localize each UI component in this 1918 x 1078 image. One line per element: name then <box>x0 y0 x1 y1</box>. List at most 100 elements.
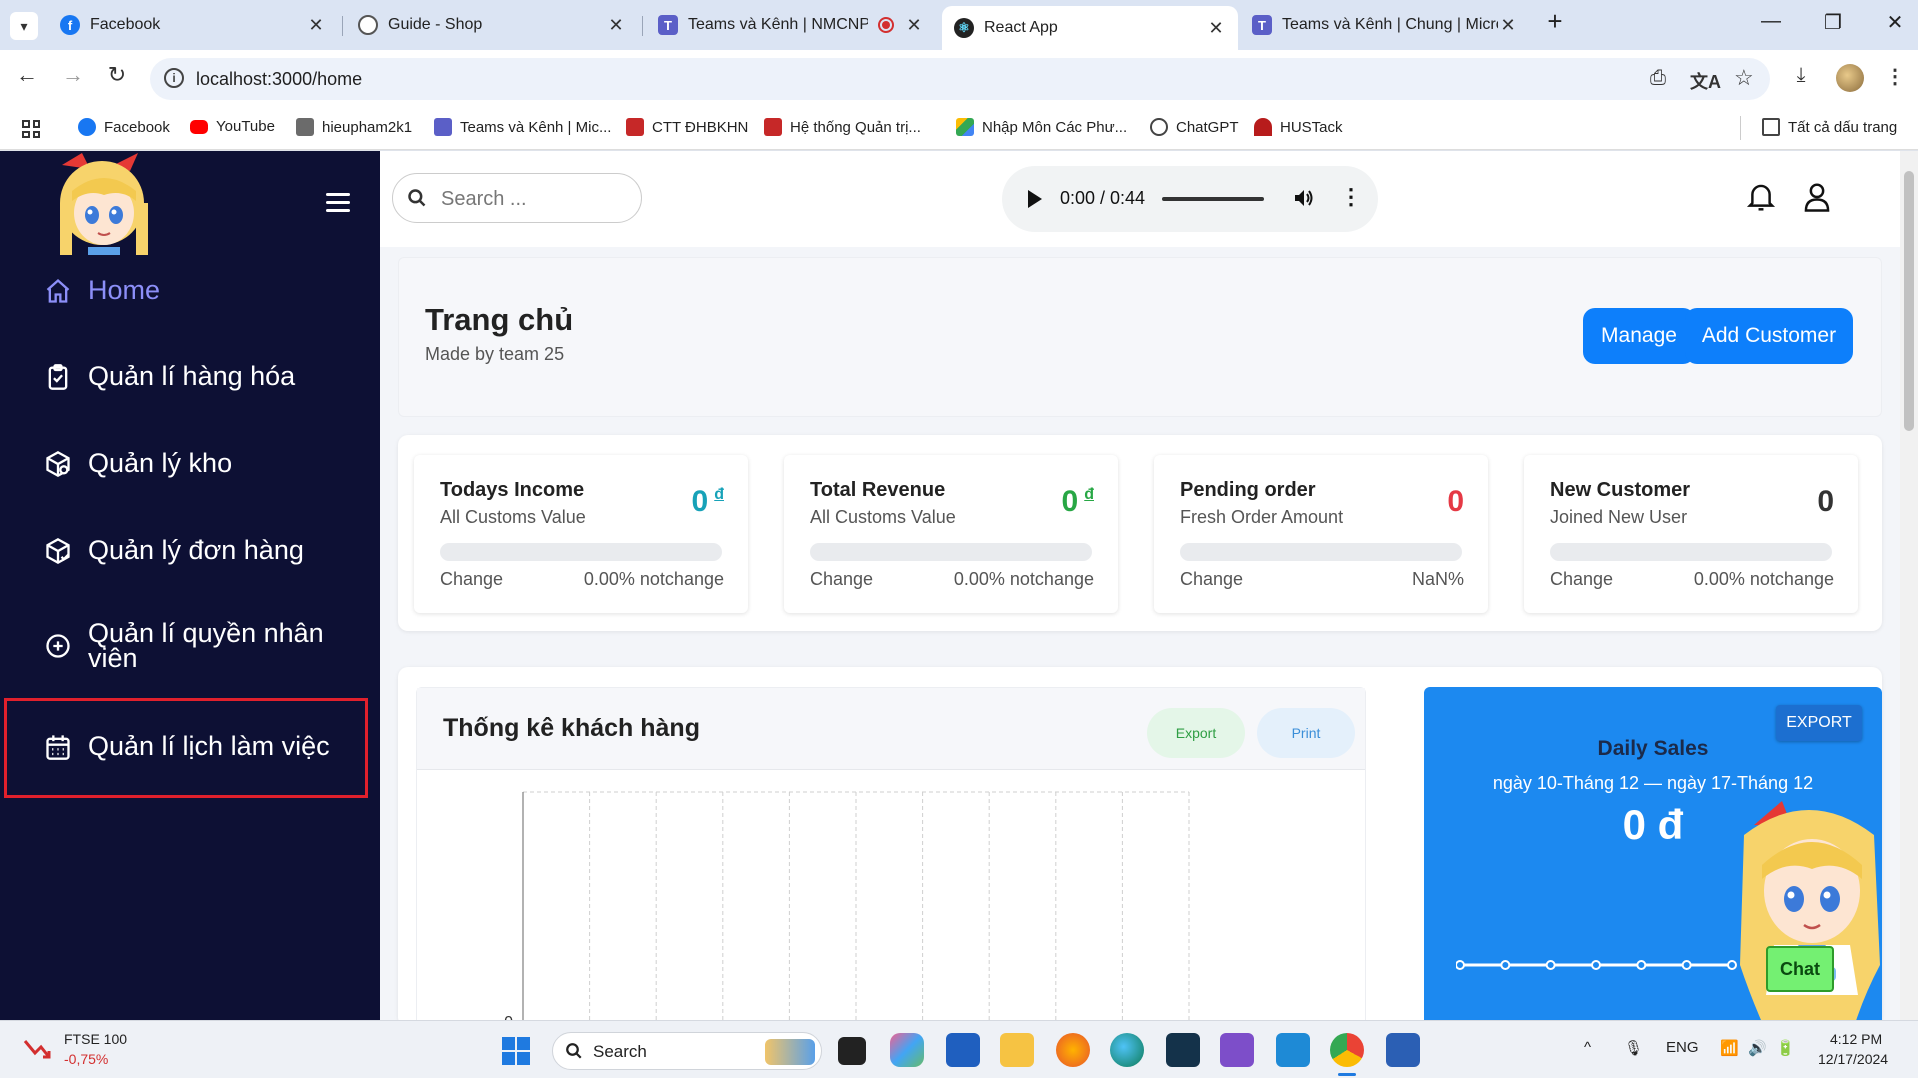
search-input[interactable] <box>441 186 621 212</box>
manage-button[interactable]: Manage <box>1583 308 1695 364</box>
browser-menu-icon[interactable]: ⋮ <box>1880 64 1910 89</box>
show-hidden-icons[interactable]: ^ <box>1584 1039 1591 1056</box>
audio-player[interactable]: 0:00 / 0:44 ⋮ <box>1002 166 1378 232</box>
reload-icon[interactable]: ↻ <box>102 62 132 88</box>
url-text[interactable]: localhost:3000/home <box>196 69 362 90</box>
mysql-workbench-icon[interactable] <box>1166 1033 1200 1067</box>
restore-icon[interactable]: ❐ <box>1818 10 1848 35</box>
chrome-icon[interactable] <box>1330 1033 1364 1067</box>
ticker-change: -0,75% <box>64 1051 109 1067</box>
browser-tab[interactable]: T Teams và Kênh | Chung | Microsoft ✕ <box>1240 6 1530 44</box>
bookmark-star-icon[interactable]: ☆ <box>1734 65 1754 91</box>
ticker-name: FTSE 100 <box>64 1031 128 1047</box>
selection-highlight-box <box>4 698 368 798</box>
close-tab-icon[interactable]: ✕ <box>306 15 326 36</box>
bookmark-item[interactable]: Teams và Kênh | Mic... <box>434 118 611 136</box>
site-info-icon[interactable]: i <box>164 68 184 88</box>
sidebar-item-orders[interactable]: Quản lý đơn hàng <box>44 535 304 566</box>
user-icon[interactable] <box>1802 181 1832 213</box>
store-icon[interactable] <box>946 1033 980 1067</box>
download-icon[interactable]: ⤓ <box>1786 64 1816 87</box>
apps-grid-icon[interactable] <box>22 120 40 138</box>
chat-button[interactable]: Chat <box>1766 946 1834 992</box>
visual-studio-icon[interactable] <box>1220 1033 1254 1067</box>
facebook-icon <box>78 118 96 136</box>
clipboard-check-icon <box>48 363 68 390</box>
search-box[interactable] <box>392 173 642 223</box>
bookmark-item[interactable]: Nhập Môn Các Phư... <box>956 118 1127 136</box>
microphone-icon[interactable]: 🎙 <box>1624 1039 1643 1057</box>
profile-avatar-icon[interactable] <box>1836 64 1864 92</box>
sidebar-item-warehouse[interactable]: Quản lý kho <box>44 448 232 479</box>
print-button[interactable]: Print <box>1257 708 1355 758</box>
file-explorer-icon[interactable] <box>1000 1033 1034 1067</box>
speaker-icon[interactable]: 🔊 <box>1748 1039 1767 1057</box>
close-tab-icon[interactable]: ✕ <box>904 15 924 36</box>
stock-ticker-icon[interactable] <box>22 1035 52 1065</box>
url-bar[interactable]: i localhost:3000/home ⎙ 文A ☆ <box>150 58 1770 100</box>
sidebar-item-home[interactable]: Home <box>44 275 160 306</box>
scrollbar-thumb[interactable] <box>1904 171 1914 431</box>
bookmark-item[interactable]: HUSTack <box>1254 118 1343 136</box>
bell-icon[interactable] <box>1746 181 1776 213</box>
translate-icon[interactable]: 文A <box>1690 68 1721 94</box>
hustack-icon <box>1254 118 1272 136</box>
wifi-icon[interactable]: 📶 <box>1720 1039 1739 1057</box>
close-tab-icon[interactable]: ✕ <box>1498 15 1518 36</box>
stat-value: 0đ <box>691 485 724 518</box>
tab-search-dropdown-icon[interactable]: ▾ <box>10 12 38 40</box>
bookmark-item[interactable]: Facebook <box>78 118 170 136</box>
facebook-icon: f <box>60 15 80 35</box>
stat-progress-bar <box>440 543 722 561</box>
install-app-icon[interactable]: ⎙ <box>1650 67 1666 90</box>
browser-tab[interactable]: T Teams và Kênh | NMCNPM ✕ <box>646 6 936 44</box>
recording-icon <box>878 17 894 33</box>
bookmark-item[interactable]: YouTube <box>190 118 275 135</box>
new-tab-icon[interactable]: + <box>1540 6 1570 37</box>
sales-export-button[interactable]: EXPORT <box>1776 705 1862 741</box>
vscode-icon[interactable] <box>1276 1033 1310 1067</box>
more-options-icon[interactable]: ⋮ <box>1340 184 1362 210</box>
stat-progress-bar <box>1180 543 1462 561</box>
minimize-icon[interactable]: — <box>1756 10 1786 33</box>
stat-value: 0đ <box>1061 485 1094 518</box>
browser-tab[interactable]: Guide - Shop ✕ <box>346 6 638 44</box>
page-subtitle: Made by team 25 <box>425 344 565 364</box>
customer-chart-header: Thống kê khách hàng Export Print <box>417 688 1365 770</box>
stat-title: New Customer <box>1550 479 1691 501</box>
sidebar-item-staff-permissions[interactable]: Quản lí quyền nhân viên <box>44 620 344 672</box>
task-view-icon[interactable] <box>838 1037 866 1065</box>
clock-date[interactable]: 12/17/2024 <box>1818 1051 1888 1067</box>
battery-icon[interactable]: 🔋 <box>1776 1039 1795 1057</box>
close-tab-icon[interactable]: ✕ <box>606 15 626 36</box>
add-customer-button[interactable]: Add Customer <box>1685 308 1853 364</box>
export-button[interactable]: Export <box>1147 708 1245 758</box>
browser-tab-active[interactable]: ⚛ React App ✕ <box>942 6 1238 50</box>
bookmark-item[interactable]: ChatGPT <box>1150 118 1239 136</box>
stat-change-value: 0.00% notchange <box>583 569 724 589</box>
word-icon[interactable] <box>1386 1033 1420 1067</box>
close-tab-icon[interactable]: ✕ <box>1206 18 1226 39</box>
taskbar-search[interactable]: Search <box>552 1032 822 1070</box>
audio-progress-slider[interactable] <box>1162 197 1264 201</box>
windows-start-icon[interactable] <box>502 1037 530 1065</box>
sidebar-item-products[interactable]: Quản lí hàng hóa <box>44 361 295 392</box>
language-indicator[interactable]: ENG <box>1666 1039 1699 1056</box>
back-icon[interactable]: ← <box>12 62 42 88</box>
clock-time[interactable]: 4:12 PM <box>1830 1031 1882 1047</box>
bookmark-item[interactable]: CTT ĐHBKHN <box>626 118 748 136</box>
hamburger-menu-icon[interactable] <box>326 193 350 217</box>
forward-icon[interactable]: → <box>58 62 88 88</box>
page-scrollbar[interactable] <box>1900 151 1918 1020</box>
browser-tab[interactable]: f Facebook ✕ <box>48 6 338 44</box>
copilot-icon[interactable] <box>890 1033 924 1067</box>
firefox-icon[interactable] <box>1056 1033 1090 1067</box>
play-icon[interactable] <box>1028 190 1042 208</box>
volume-icon[interactable] <box>1292 186 1316 210</box>
bookmark-item[interactable]: hieupham2k1 <box>296 118 412 136</box>
order-box-icon <box>46 537 70 564</box>
all-bookmarks-folder[interactable]: Tất cả dấu trang <box>1762 118 1897 136</box>
close-window-icon[interactable]: ✕ <box>1880 10 1910 35</box>
edge-icon[interactable] <box>1110 1033 1144 1067</box>
bookmark-item[interactable]: Hệ thống Quản trị... <box>764 118 921 136</box>
